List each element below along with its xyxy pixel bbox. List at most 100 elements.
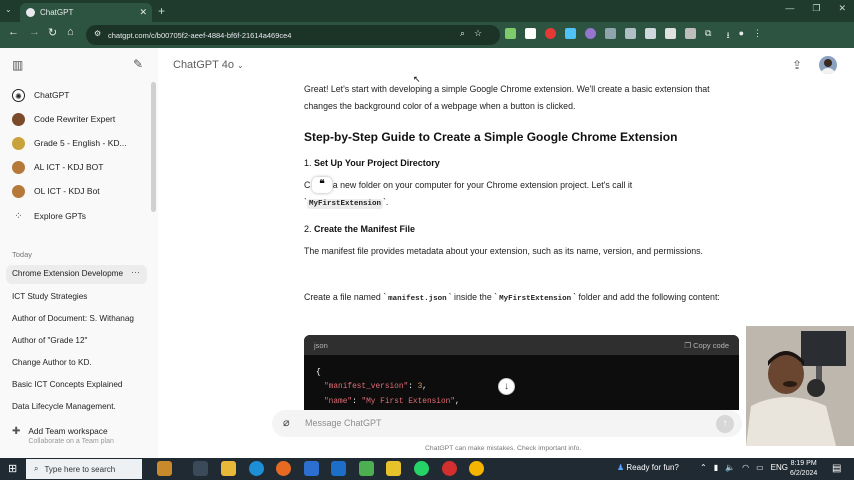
model-selector[interactable]: ChatGPT 4o ⌄ — [173, 59, 244, 71]
new-tab-button[interactable]: + — [158, 4, 165, 18]
maximize-icon[interactable]: ❐ — [812, 3, 820, 14]
gpt-avatar-icon — [12, 112, 25, 126]
share-icon[interactable]: ⇪ — [792, 58, 802, 72]
scroll-down-button[interactable]: ↓ — [498, 378, 515, 395]
step2-paragraph: The manifest file provides metadata abou… — [304, 246, 703, 256]
weather-widget[interactable]: ♟ Ready for fun? — [617, 463, 679, 472]
add-team-workspace[interactable]: ✚ Add Team workspace Collaborate on a Te… — [12, 426, 114, 445]
network-icon[interactable]: ◠ — [742, 463, 749, 472]
history-item[interactable]: ICT Study Strategies — [12, 292, 138, 301]
gpt-avatar-icon — [12, 136, 25, 150]
intro-paragraph: Great! Let's start with developing a sim… — [304, 84, 710, 111]
step2-heading: 2. Create the Manifest File — [304, 224, 415, 234]
mail-icon[interactable] — [331, 461, 346, 476]
store-icon[interactable] — [359, 461, 374, 476]
extensions-puzzle-icon[interactable]: ⧉ — [705, 28, 711, 44]
taskbar-search[interactable]: ⌕ Type here to search — [26, 459, 142, 479]
person-icon: ♟ — [617, 463, 625, 472]
file-explorer-icon[interactable] — [221, 461, 236, 476]
chevron-down-icon: ⌄ — [237, 61, 244, 70]
history-options-icon[interactable]: ··· — [131, 267, 140, 277]
code-line: { — [316, 369, 321, 377]
pen-extension-icon[interactable] — [505, 28, 516, 39]
record-app-icon[interactable] — [442, 461, 457, 476]
sidebar-item-code-rewriter[interactable]: Code Rewriter Expert — [12, 110, 146, 128]
extension-icon[interactable] — [685, 28, 696, 39]
download-icon[interactable]: ⭳ — [726, 28, 729, 44]
send-button[interactable]: ↑ — [716, 415, 734, 433]
user-avatar[interactable] — [819, 56, 837, 74]
chevron-up-icon[interactable]: ⌃ — [700, 463, 707, 472]
sidebar-item-label: Explore GPTs — [34, 211, 86, 221]
forward-icon[interactable]: → — [29, 26, 40, 38]
edge-icon[interactable] — [249, 461, 264, 476]
history-item[interactable]: Chrome Extension Developme — [12, 269, 138, 278]
home-icon[interactable]: ⌂ — [67, 26, 74, 38]
toggle-sidebar-icon[interactable]: ▥ — [12, 58, 23, 72]
sidebar-item-chatgpt[interactable]: ✺ ChatGPT — [12, 86, 146, 104]
attach-icon[interactable]: ⌀ — [283, 416, 290, 429]
create-file-paragraph: Create a file named ` manifest.json ` insi… — [304, 289, 736, 308]
task-view-icon[interactable] — [193, 461, 208, 476]
usb-icon[interactable]: ▮ — [714, 463, 718, 472]
windows-start-icon[interactable]: ⊞ — [8, 462, 17, 475]
taskbar-search-placeholder: Type here to search — [44, 464, 116, 474]
record-extension-icon[interactable] — [545, 28, 556, 39]
extension-icon[interactable] — [585, 28, 596, 39]
sidebar-item-label: OL ICT - KDJ Bot — [34, 186, 100, 196]
taskbar-app-icon[interactable] — [157, 461, 172, 476]
menu-kebab-icon[interactable]: ⋮ — [753, 28, 762, 44]
code-language: json — [314, 340, 328, 350]
extension-icon[interactable] — [665, 28, 676, 39]
tab-search-icon[interactable]: ⌄ — [5, 5, 12, 14]
history-item[interactable]: Data Lifecycle Management. — [12, 402, 138, 411]
extensions-area: ⧉ ⭳ ● ⋮ — [505, 28, 762, 44]
message-input[interactable]: Message ChatGPT — [305, 418, 382, 428]
history-item[interactable]: Basic ICT Concepts Explained — [12, 380, 138, 389]
sidebar-item-al-ict[interactable]: AL ICT - KDJ BOT — [12, 158, 146, 176]
whatsapp-icon[interactable] — [414, 461, 429, 476]
reload-icon[interactable]: ↻ — [48, 26, 57, 39]
zoom-icon[interactable]: ⌕ — [460, 28, 465, 39]
shield-extension-icon[interactable] — [625, 28, 636, 39]
extension-icon[interactable] — [605, 28, 616, 39]
notification-icon[interactable]: ▤ — [832, 463, 841, 474]
chrome-icon[interactable] — [469, 461, 484, 476]
battery-icon[interactable]: ▭ — [756, 463, 764, 472]
browser-tab[interactable]: ChatGPT ✕ — [20, 3, 152, 22]
arrow-up-icon: ↑ — [722, 418, 728, 429]
history-item[interactable]: Author of "Grade 12" — [12, 336, 138, 345]
bookmark-star-icon[interactable]: ☆ — [474, 28, 482, 39]
firefox-icon[interactable] — [276, 461, 291, 476]
arrow-down-icon: ↓ — [504, 381, 509, 392]
close-window-icon[interactable]: ✕ — [838, 3, 846, 14]
sidebar-item-grade5[interactable]: Grade 5 - English - KD... — [12, 134, 146, 152]
language-indicator[interactable]: ENG — [771, 463, 788, 472]
site-info-icon[interactable]: ⚙ — [94, 29, 101, 38]
new-chat-icon[interactable]: ✎ — [133, 57, 143, 71]
minimize-icon[interactable]: — — [785, 3, 794, 14]
step1-text-b: a new folder on your computer for your C… — [330, 180, 633, 190]
sidebar-item-explore[interactable]: ⁘ Explore GPTs — [12, 207, 146, 225]
inline-code: MyFirstExtension — [499, 295, 572, 303]
sidebar-item-ol-ict[interactable]: OL ICT - KDJ Bot — [12, 182, 146, 200]
sidebar-scrollbar[interactable] — [151, 82, 156, 212]
marker-extension-icon[interactable] — [565, 28, 576, 39]
grid-extension-icon[interactable] — [645, 28, 656, 39]
text: folder and add the following content: — [576, 292, 720, 302]
back-icon[interactable]: ← — [8, 26, 19, 38]
profile-icon[interactable]: ● — [739, 28, 744, 44]
sticky-notes-icon[interactable] — [386, 461, 401, 476]
bing-icon[interactable] — [304, 461, 319, 476]
omnibox-actions: ⌕ ☆ — [460, 28, 482, 39]
extension-icon[interactable] — [525, 28, 536, 39]
backtick: `. — [382, 197, 389, 207]
system-clock[interactable]: 8:19 PM 6/2/2024 — [790, 459, 817, 479]
address-bar[interactable]: ⚙ chatgpt.com/c/b00705f2-aeef-4884-bf6f-… — [86, 25, 500, 45]
copy-code-button[interactable]: ❐ Copy code — [684, 341, 729, 350]
speaker-icon[interactable]: 🔈 — [725, 463, 735, 472]
history-item[interactable]: Change Author to KD. — [12, 358, 138, 367]
close-tab-icon[interactable]: ✕ — [139, 7, 147, 18]
quote-reply-icon[interactable]: ❝ — [312, 177, 332, 193]
history-item[interactable]: Author of Document: S. Withanag — [12, 314, 138, 323]
